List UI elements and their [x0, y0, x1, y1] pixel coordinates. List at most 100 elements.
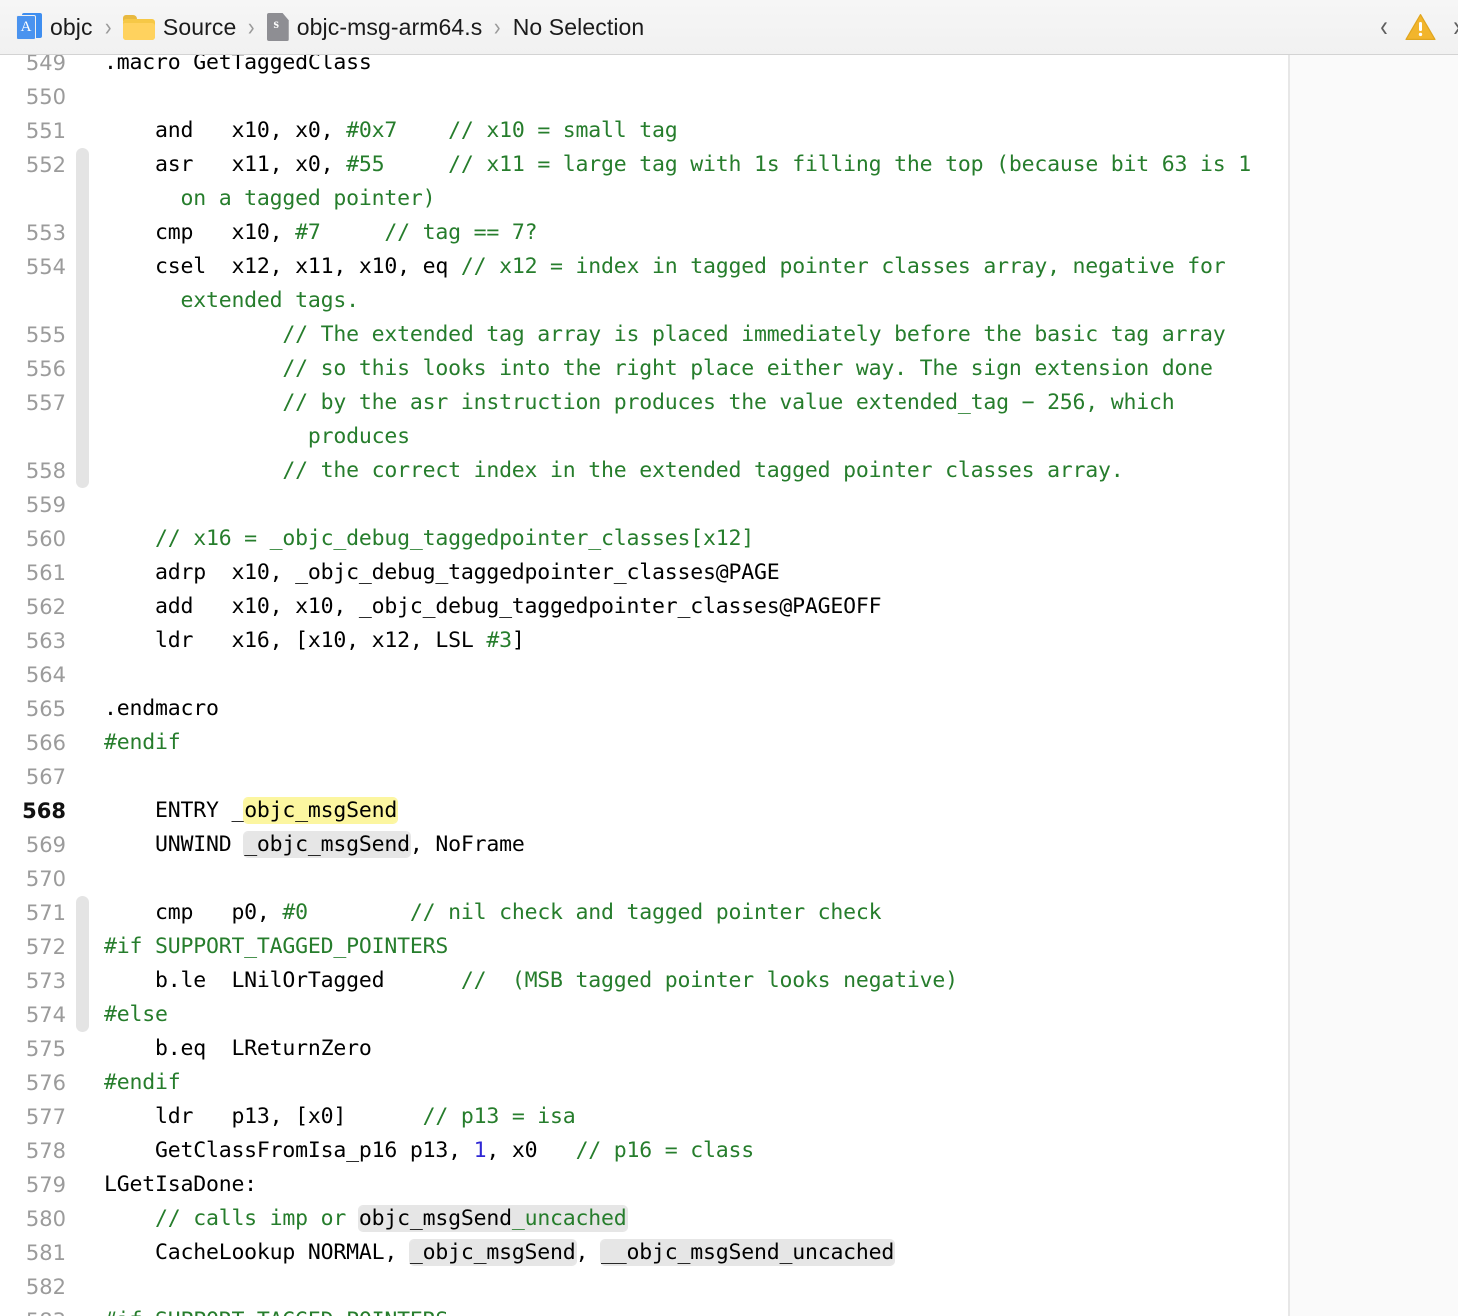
line-content[interactable]: cmp x10, #7 // tag == 7? — [80, 216, 1458, 250]
line-content[interactable]: UNWIND _objc_msgSend, NoFrame — [80, 828, 1458, 862]
line-content[interactable]: // x16 = _objc_debug_taggedpointer_class… — [80, 522, 1458, 556]
code-line[interactable]: 566 #endif — [0, 726, 1458, 760]
line-content[interactable]: ENTRY _objc_msgSend — [80, 794, 1458, 828]
code-line[interactable]: 577 ldr p13, [x0] // p13 = isa — [0, 1100, 1458, 1134]
line-content[interactable]: CacheLookup NORMAL, _objc_msgSend, __obj… — [80, 1236, 1458, 1270]
line-content[interactable]: asr x11, x0, #55 // x11 = large tag with… — [80, 148, 1458, 182]
code-line[interactable]: 554 csel x12, x11, x10, eq // x12 = inde… — [0, 250, 1458, 284]
line-content[interactable] — [80, 80, 1458, 114]
line-content[interactable]: add x10, x10, _objc_debug_taggedpointer_… — [80, 590, 1458, 624]
line-content[interactable]: on a tagged pointer) — [80, 182, 1458, 216]
jump-bar[interactable]: A objc › Source › s objc-msg-arm64.s › N… — [0, 0, 1458, 55]
line-content[interactable]: GetClassFromIsa_p16 p13, 1, x0 // p16 = … — [80, 1134, 1458, 1168]
line-number: 561 — [25, 561, 66, 585]
code-token: #0 — [282, 900, 308, 925]
code-token: // the correct index in the extended tag… — [104, 458, 1124, 483]
code-line[interactable]: 568 ENTRY _objc_msgSend — [0, 794, 1458, 828]
line-content[interactable]: produces — [80, 420, 1458, 454]
line-number: 563 — [25, 629, 66, 653]
line-content[interactable]: // by the asr instruction produces the v… — [80, 386, 1458, 420]
code-line[interactable]: 549 .macro GetTaggedClass — [0, 55, 1458, 80]
line-number: 567 — [25, 765, 66, 789]
code-line[interactable]: 583 #if SUPPORT_TAGGED_POINTERS — [0, 1304, 1458, 1316]
code-line[interactable]: 557 // by the asr instruction produces t… — [0, 386, 1458, 420]
code-line[interactable]: 581 CacheLookup NORMAL, _objc_msgSend, _… — [0, 1236, 1458, 1270]
code-line[interactable]: 571 cmp p0, #0 // nil check and tagged p… — [0, 896, 1458, 930]
line-content[interactable]: #if SUPPORT_TAGGED_POINTERS — [80, 930, 1458, 964]
code-line[interactable]: extended tags. — [0, 284, 1458, 318]
line-content[interactable]: csel x12, x11, x10, eq // x12 = index in… — [80, 250, 1458, 284]
line-content[interactable]: adrp x10, _objc_debug_taggedpointer_clas… — [80, 556, 1458, 590]
code-line[interactable]: 560 // x16 = _objc_debug_taggedpointer_c… — [0, 522, 1458, 556]
line-content[interactable]: b.le LNilOrTagged // (MSB tagged pointer… — [80, 964, 1458, 998]
code-token: // The extended tag array is placed imme… — [104, 322, 1226, 347]
line-content[interactable]: #else — [80, 998, 1458, 1032]
line-content[interactable]: extended tags. — [80, 284, 1458, 318]
line-content[interactable]: and x10, x0, #0x7 // x10 = small tag — [80, 114, 1458, 148]
code-line[interactable]: 563 ldr x16, [x10, x12, LSL #3] — [0, 624, 1458, 658]
line-content[interactable]: ldr p13, [x0] // p13 = isa — [80, 1100, 1458, 1134]
code-line[interactable]: 567 — [0, 760, 1458, 794]
line-content[interactable]: cmp p0, #0 // nil check and tagged point… — [80, 896, 1458, 930]
highlighted-token: _uncached — [511, 1206, 627, 1231]
code-line[interactable]: 579 LGetIsaDone: — [0, 1168, 1458, 1202]
line-content[interactable]: ldr x16, [x10, x12, LSL #3] — [80, 624, 1458, 658]
line-content[interactable] — [80, 658, 1458, 692]
code-line[interactable]: produces — [0, 420, 1458, 454]
code-line[interactable]: 553 cmp x10, #7 // tag == 7? — [0, 216, 1458, 250]
code-line[interactable]: 559 — [0, 488, 1458, 522]
chevron-left-icon[interactable]: ‹ — [1380, 12, 1388, 42]
line-content[interactable] — [80, 488, 1458, 522]
code-line[interactable]: 565 .endmacro — [0, 692, 1458, 726]
line-content[interactable]: // so this looks into the right place ei… — [80, 352, 1458, 386]
warning-triangle-icon[interactable] — [1405, 13, 1436, 41]
code-line[interactable]: 578 GetClassFromIsa_p16 p13, 1, x0 // p1… — [0, 1134, 1458, 1168]
line-number: 579 — [25, 1173, 66, 1197]
code-line[interactable]: 575 b.eq LReturnZero — [0, 1032, 1458, 1066]
code-line[interactable]: 552 asr x11, x0, #55 // x11 = large tag … — [0, 148, 1458, 182]
code-line[interactable]: 550 — [0, 80, 1458, 114]
line-content[interactable] — [80, 1270, 1458, 1304]
line-content[interactable]: #if SUPPORT_TAGGED_POINTERS — [80, 1304, 1458, 1316]
code-token: #55 — [346, 152, 385, 177]
line-content[interactable] — [80, 760, 1458, 794]
code-line[interactable]: 551 and x10, x0, #0x7 // x10 = small tag — [0, 114, 1458, 148]
line-content[interactable]: #endif — [80, 726, 1458, 760]
line-content[interactable]: b.eq LReturnZero — [80, 1032, 1458, 1066]
code-line[interactable]: 574 #else — [0, 998, 1458, 1032]
source-editor[interactable]: 549 .macro GetTaggedClass 550 551 and x10, … — [0, 55, 1458, 1316]
code-line[interactable]: 576 #endif — [0, 1066, 1458, 1100]
line-number: 581 — [25, 1241, 66, 1265]
breadcrumb-item-folder[interactable]: Source — [121, 12, 238, 43]
line-number: 583 — [0, 1304, 80, 1316]
breadcrumb-item-selection[interactable]: No Selection — [511, 12, 647, 43]
line-number: 566 — [25, 731, 66, 755]
assembly-file-icon: s — [266, 13, 289, 41]
breadcrumb-item-file[interactable]: s objc-msg-arm64.s — [265, 11, 485, 43]
line-content[interactable]: .macro GetTaggedClass — [80, 55, 1458, 80]
code-line[interactable]: 556 // so this looks into the right plac… — [0, 352, 1458, 386]
code-line[interactable]: 580 // calls imp or objc_msgSend_uncache… — [0, 1202, 1458, 1236]
breadcrumb-item-project[interactable]: A objc — [14, 10, 95, 44]
code-line[interactable]: 562 add x10, x10, _objc_debug_taggedpoin… — [0, 590, 1458, 624]
chevron-right-icon[interactable]: › — [1453, 12, 1458, 42]
line-content[interactable] — [80, 862, 1458, 896]
line-content[interactable]: // the correct index in the extended tag… — [80, 454, 1458, 488]
line-content[interactable]: // The extended tag array is placed imme… — [80, 318, 1458, 352]
line-content[interactable]: // calls imp or objc_msgSend_uncached — [80, 1202, 1458, 1236]
code-line[interactable]: 572 #if SUPPORT_TAGGED_POINTERS — [0, 930, 1458, 964]
code-line[interactable]: 573 b.le LNilOrTagged // (MSB tagged poi… — [0, 964, 1458, 998]
line-content[interactable]: #endif — [80, 1066, 1458, 1100]
code-line[interactable]: 569 UNWIND _objc_msgSend, NoFrame — [0, 828, 1458, 862]
code-line[interactable]: 564 — [0, 658, 1458, 692]
code-token: // tag == 7? — [384, 220, 538, 245]
line-content[interactable]: .endmacro — [80, 692, 1458, 726]
code-line[interactable]: 558 // the correct index in the extended… — [0, 454, 1458, 488]
xcode-project-icon: A — [16, 12, 42, 42]
code-line[interactable]: 570 — [0, 862, 1458, 896]
line-content[interactable]: LGetIsaDone: — [80, 1168, 1458, 1202]
code-line[interactable]: 555 // The extended tag array is placed … — [0, 318, 1458, 352]
code-line[interactable]: on a tagged pointer) — [0, 182, 1458, 216]
code-line[interactable]: 582 — [0, 1270, 1458, 1304]
code-line[interactable]: 561 adrp x10, _objc_debug_taggedpointer_… — [0, 556, 1458, 590]
